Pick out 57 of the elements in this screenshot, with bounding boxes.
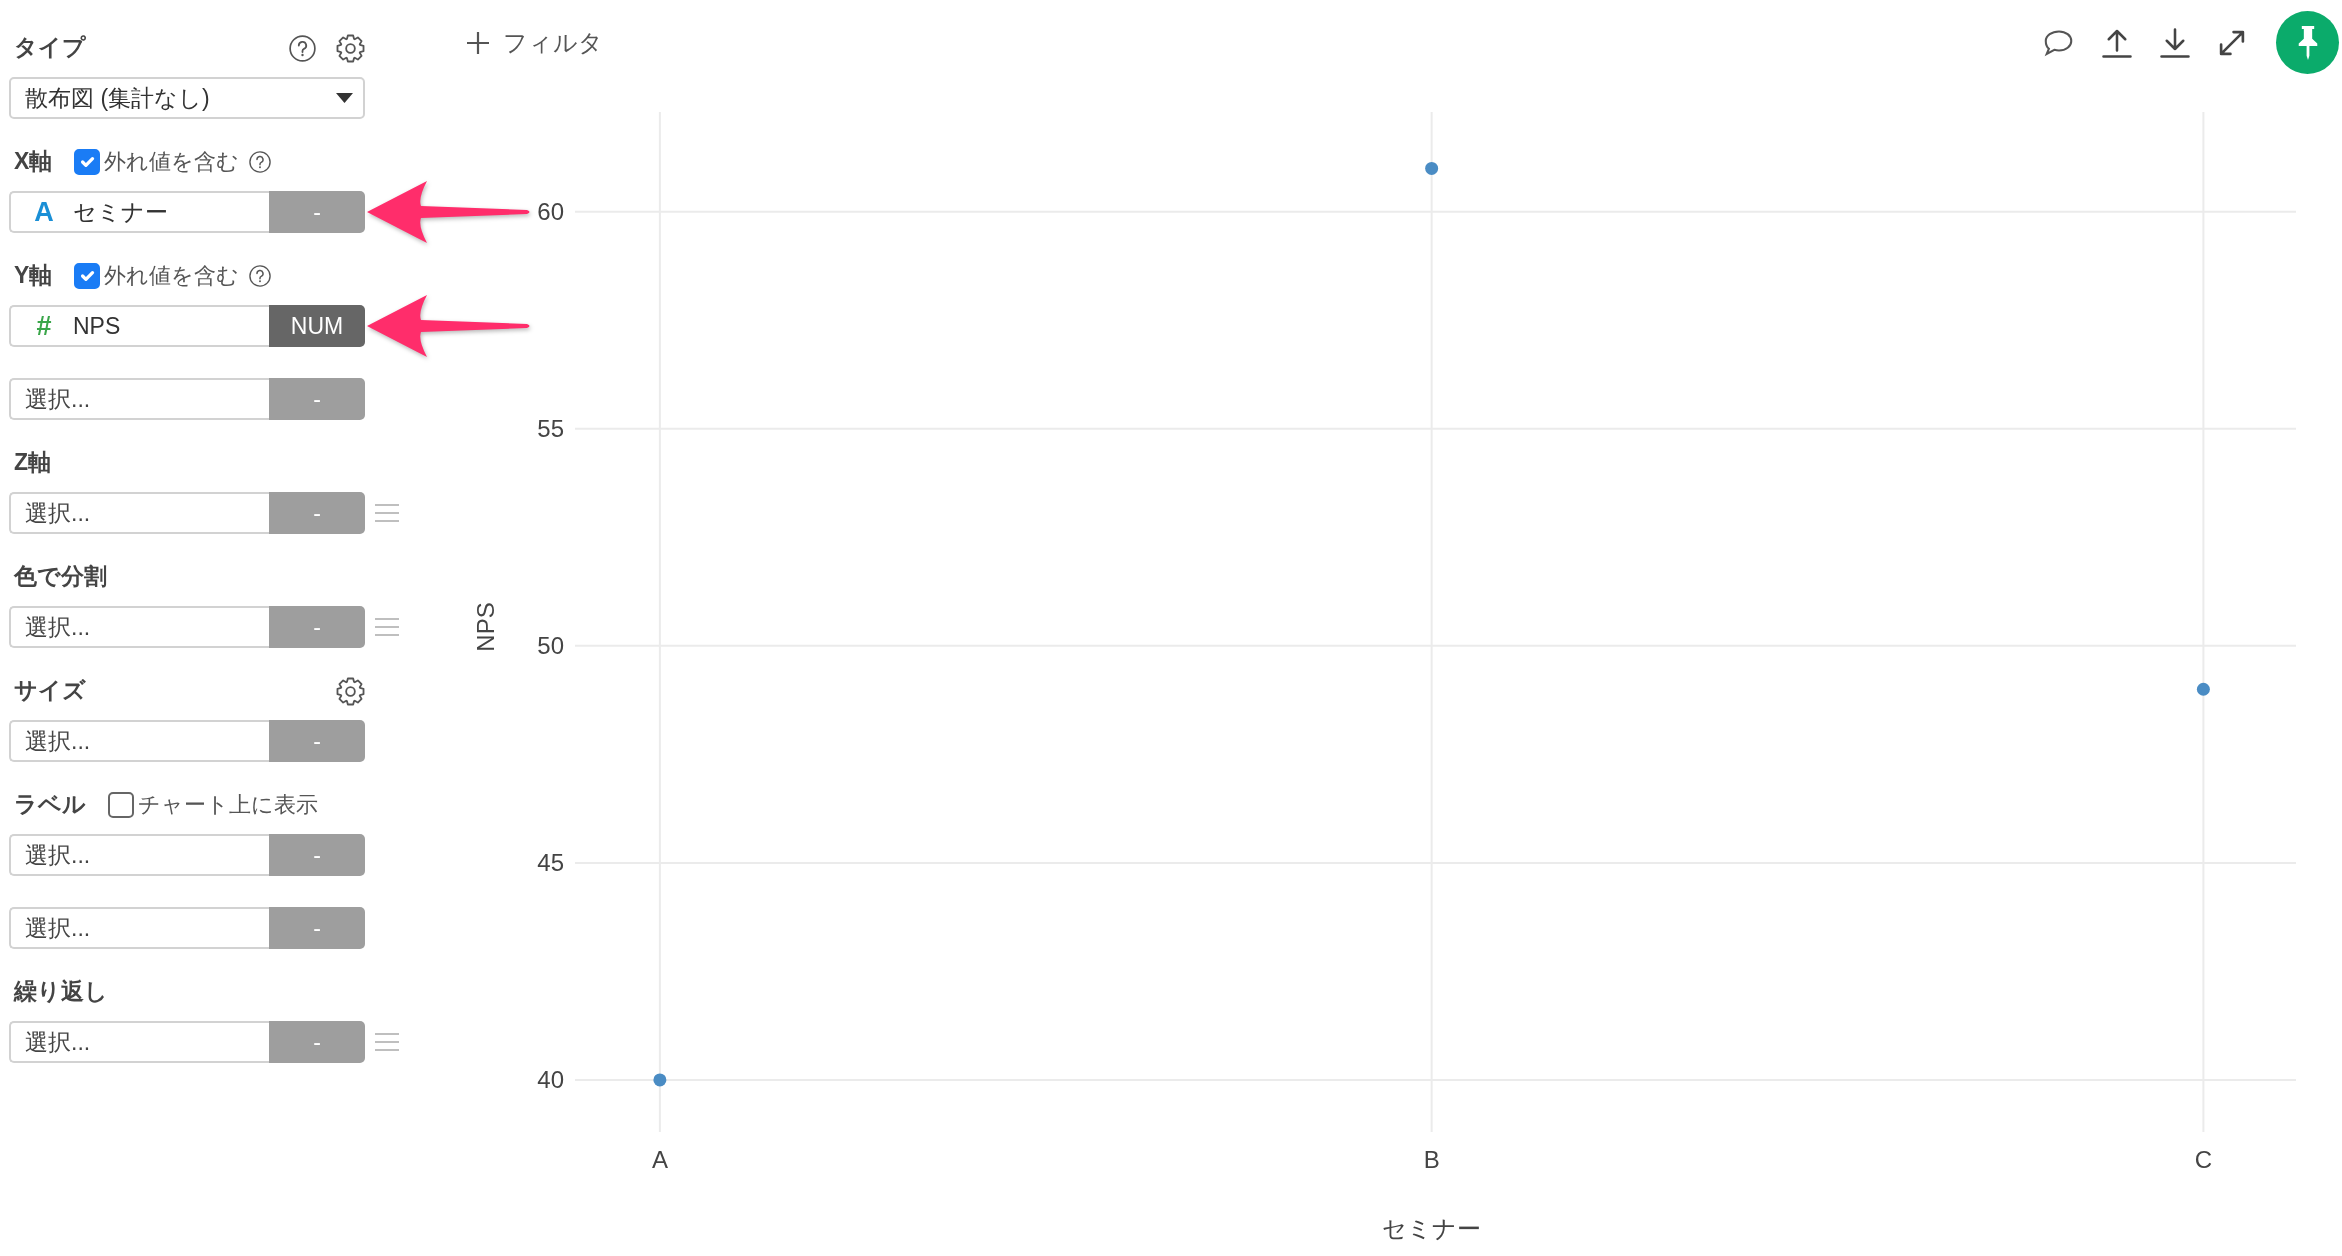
field-type-button[interactable]: - xyxy=(269,907,365,949)
section-label: タイプ xyxy=(14,34,86,62)
download-icon[interactable] xyxy=(2160,27,2190,58)
column-select-field[interactable]: 選択... xyxy=(9,834,269,876)
checkbox[interactable] xyxy=(74,149,101,175)
axis-tick-label: 45 xyxy=(537,849,564,877)
field-type-button[interactable]: - xyxy=(269,720,365,762)
field-type-button[interactable]: - xyxy=(269,191,365,233)
column-select-field[interactable]: 選択... xyxy=(9,907,269,949)
field-type-button[interactable]: - xyxy=(269,1021,365,1063)
axis-tick-label: A xyxy=(651,1145,668,1173)
expand-icon[interactable] xyxy=(2218,28,2246,57)
field-type-button[interactable]: NUM xyxy=(269,305,365,347)
axis-tick-label: 40 xyxy=(537,1066,564,1094)
column-select-field[interactable]: 選択... xyxy=(9,606,269,648)
column-select-field[interactable]: 選択... xyxy=(9,378,269,420)
section-label: 色で分割 xyxy=(14,563,107,591)
axis-tick-label: B xyxy=(1423,1145,1440,1173)
column-select-field[interactable]: A セミナー xyxy=(9,191,269,233)
plus-icon xyxy=(467,31,489,54)
section-label: ラベル xyxy=(14,791,86,819)
chart-type-dropdown[interactable]: 散布図 (集計なし) xyxy=(9,77,365,119)
upload-icon[interactable] xyxy=(2102,27,2132,58)
axis-tick-label: 50 xyxy=(537,632,564,660)
field-type-button[interactable]: - xyxy=(269,606,365,648)
section-label: 繰り返し xyxy=(14,978,108,1006)
section-label: サイズ xyxy=(14,677,86,705)
axis-title: NPS xyxy=(471,602,499,652)
column-select-field[interactable]: 選択... xyxy=(9,1021,269,1063)
settings-icon[interactable] xyxy=(336,33,365,63)
column-select-field[interactable]: 選択... xyxy=(9,492,269,534)
field-type-button[interactable]: - xyxy=(269,378,365,420)
help-icon[interactable] xyxy=(249,151,272,173)
checkbox-label: 外れ値を含む xyxy=(104,262,240,290)
axis-title: セミナー xyxy=(1382,1214,1481,1242)
axis-tick-label: 55 xyxy=(537,415,564,443)
field-type-button[interactable]: - xyxy=(269,492,365,534)
section-label: Z軸 xyxy=(14,449,52,477)
axis-tick-label: C xyxy=(2194,1145,2213,1173)
checkbox-label: チャート上に表示 xyxy=(138,791,318,819)
letter-icon: A xyxy=(29,198,59,226)
add-filter-button[interactable]: フィルタ xyxy=(467,24,603,61)
comment-icon[interactable] xyxy=(2044,28,2074,57)
settings-icon[interactable] xyxy=(336,676,365,706)
caret-icon xyxy=(336,93,353,103)
help-icon[interactable] xyxy=(249,265,272,287)
checkbox[interactable] xyxy=(108,792,134,818)
hash-icon: # xyxy=(29,312,59,340)
checkbox-label: 外れ値を含む xyxy=(104,148,240,176)
help-icon[interactable] xyxy=(289,34,316,62)
section-label: Y軸 xyxy=(14,262,53,290)
section-label: X軸 xyxy=(14,148,53,176)
field-type-button[interactable]: - xyxy=(269,834,365,876)
checkbox[interactable] xyxy=(74,263,101,289)
column-select-field[interactable]: 選択... xyxy=(9,720,269,762)
column-select-field[interactable]: # NPS xyxy=(9,305,269,347)
axis-tick-label: 60 xyxy=(537,198,564,226)
